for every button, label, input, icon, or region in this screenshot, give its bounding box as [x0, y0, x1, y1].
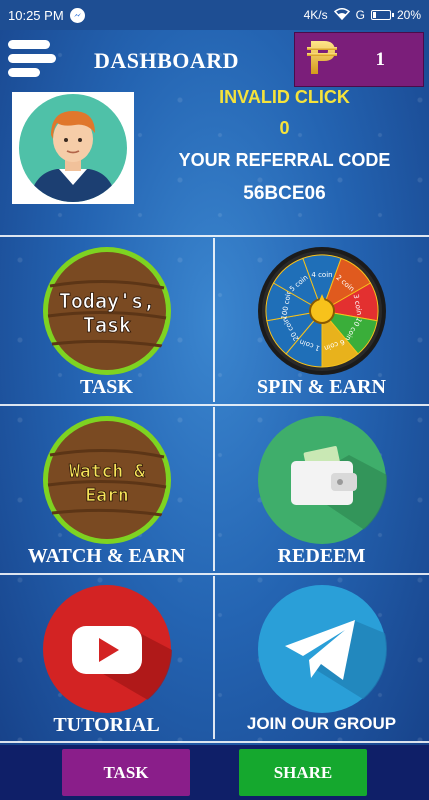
tutorial-tile[interactable]: TUTORIAL	[0, 576, 213, 742]
divider	[0, 235, 429, 237]
wifi-icon	[333, 7, 350, 23]
signal-label: G	[355, 8, 365, 22]
battery-percent: 20%	[396, 8, 421, 22]
referral-label: YOUR REFERRAL CODE	[178, 150, 391, 170]
task-tile[interactable]: Today's, Task TASK	[0, 238, 213, 404]
join-group-tile[interactable]: JOIN OUR GROUP	[215, 576, 428, 742]
join-group-tile-label: JOIN OUR GROUP	[246, 714, 397, 733]
avatar[interactable]	[12, 92, 134, 204]
todays-task-icon: Today's, Task	[42, 246, 172, 376]
redeem-tile-label: REDEEM	[277, 545, 366, 567]
coin-balance-box[interactable]: 1	[294, 32, 424, 87]
watch-earn-tile-label: WATCH & EARN	[27, 545, 186, 567]
telegram-icon	[257, 584, 387, 714]
svg-text:Earn: Earn	[85, 485, 128, 506]
status-time: 10:25 PM	[8, 7, 64, 23]
svg-text:Today's,: Today's,	[59, 289, 155, 313]
avatar-icon	[19, 94, 127, 202]
network-speed: 4K/s	[303, 8, 328, 22]
spin-earn-tile-label: SPIN & EARN	[257, 376, 386, 398]
watch-earn-icon: Watch & Earn	[42, 415, 172, 545]
referral-code[interactable]: 56BCE06	[140, 183, 429, 205]
peso-icon	[305, 37, 339, 82]
battery-icon	[370, 10, 394, 20]
tutorial-tile-label: TUTORIAL	[53, 714, 160, 736]
youtube-icon	[42, 584, 172, 714]
spin-earn-tile[interactable]: 4 coin 2 coin 3 coin 10 coin 6 coin 1 coin 20 …	[215, 238, 428, 404]
spin-wheel-icon: 4 coin 2 coin 3 coin 10 coin 6 coin 1 coin 20 …	[257, 246, 387, 376]
app-header: DASHBOARD 1	[0, 30, 429, 88]
battery-fill	[372, 12, 376, 18]
bottom-bar: TASK SHARE	[0, 745, 429, 800]
task-button[interactable]: TASK	[62, 749, 190, 796]
redeem-tile[interactable]: REDEEM	[215, 407, 428, 573]
hamburger-icon[interactable]	[8, 38, 56, 80]
messenger-icon	[69, 7, 85, 23]
task-tile-label: TASK	[80, 376, 133, 398]
divider	[0, 404, 429, 406]
status-right: 4K/s G 20%	[303, 7, 421, 23]
coin-balance: 1	[375, 48, 386, 70]
wheel-slice-label: 4 coin	[311, 271, 332, 279]
divider	[0, 573, 429, 575]
status-bar: 10:25 PM 4K/s G 20%	[0, 0, 429, 30]
invalid-click-label: INVALID CLICK	[219, 87, 350, 107]
invalid-click-value: 0	[279, 118, 290, 138]
wallet-icon	[257, 415, 387, 545]
page-title: DASHBOARD	[94, 48, 240, 73]
share-button[interactable]: SHARE	[239, 749, 367, 796]
watch-earn-tile[interactable]: Watch & Earn WATCH & EARN	[0, 407, 213, 573]
svg-text:Watch &: Watch &	[69, 461, 145, 482]
svg-text:Task: Task	[83, 313, 131, 337]
